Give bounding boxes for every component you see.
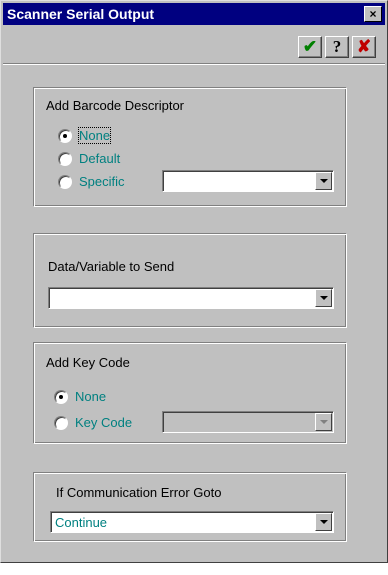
radio-key-none[interactable] (54, 390, 68, 404)
dropdown-button[interactable] (315, 172, 332, 190)
checkmark-icon: ✔ (302, 37, 318, 56)
radio-key-code[interactable] (54, 416, 68, 430)
window-title: Scanner Serial Output (7, 6, 155, 22)
radio-descriptor-default[interactable] (58, 152, 72, 166)
radio-descriptor-none-label[interactable]: None (77, 127, 112, 144)
key-code-group: Add Key Code None Key Code (33, 342, 347, 444)
comm-error-label: If Communication Error Goto (56, 485, 222, 500)
radio-key-none-label[interactable]: None (75, 389, 106, 404)
dropdown-button[interactable] (315, 513, 332, 531)
dropdown-button[interactable] (315, 413, 332, 431)
title-bar: Scanner Serial Output × (3, 3, 385, 25)
help-button[interactable]: ? (325, 36, 349, 58)
barcode-descriptor-label: Add Barcode Descriptor (46, 98, 185, 113)
radio-descriptor-none[interactable] (58, 129, 72, 143)
chevron-down-icon (319, 420, 328, 424)
data-variable-label: Data/Variable to Send (48, 259, 175, 274)
comm-error-combo[interactable]: Continue (50, 511, 334, 533)
key-code-label: Add Key Code (46, 355, 130, 370)
x-icon: ✘ (356, 37, 372, 56)
radio-descriptor-default-label[interactable]: Default (79, 151, 120, 166)
radio-descriptor-specific[interactable] (58, 175, 72, 189)
dropdown-button[interactable] (315, 289, 332, 307)
chevron-down-icon (319, 296, 328, 300)
data-variable-group: Data/Variable to Send (33, 233, 347, 328)
toolbar: ✔ ? ✘ (3, 27, 385, 64)
key-code-combo[interactable] (162, 411, 334, 433)
specific-descriptor-combo[interactable] (162, 170, 334, 192)
cancel-button[interactable]: ✘ (352, 36, 376, 58)
radio-descriptor-specific-label[interactable]: Specific (79, 174, 125, 189)
dialog-window: Scanner Serial Output × ✔ ? ✘ Add Barcod… (0, 0, 388, 563)
comm-error-group: If Communication Error Goto Continue (33, 472, 347, 542)
chevron-down-icon (319, 520, 328, 524)
close-button[interactable]: × (364, 6, 382, 22)
barcode-descriptor-group: Add Barcode Descriptor None Default Spec… (33, 87, 347, 207)
data-variable-combo[interactable] (48, 287, 334, 309)
comm-error-value: Continue (55, 515, 108, 530)
ok-button[interactable]: ✔ (298, 36, 322, 58)
radio-key-code-label[interactable]: Key Code (75, 415, 132, 430)
question-icon: ? (332, 37, 342, 56)
chevron-down-icon (319, 179, 328, 183)
